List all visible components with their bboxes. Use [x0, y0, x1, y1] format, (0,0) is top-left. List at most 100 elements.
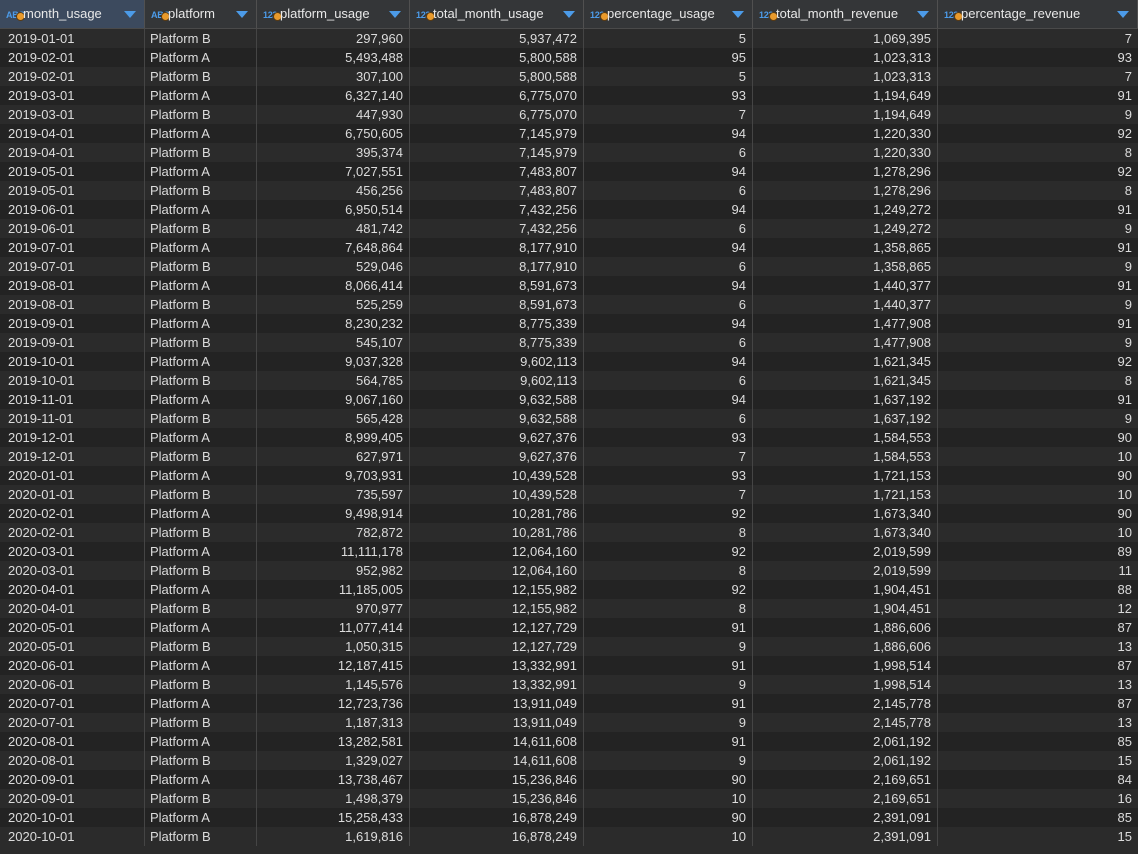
cell-platform-usage[interactable]: 11,077,414	[257, 618, 410, 637]
cell-platform[interactable]: Platform A	[145, 694, 257, 713]
cell-percentage-usage[interactable]: 9	[584, 713, 753, 732]
cell-month-usage[interactable]: 2020-10-01	[0, 827, 145, 846]
cell-total-month-usage[interactable]: 7,483,807	[410, 162, 584, 181]
cell-percentage-usage[interactable]: 10	[584, 827, 753, 846]
cell-month-usage[interactable]: 2020-06-01	[0, 675, 145, 694]
cell-platform-usage[interactable]: 6,327,140	[257, 86, 410, 105]
cell-total-month-revenue[interactable]: 1,637,192	[753, 409, 938, 428]
cell-percentage-usage[interactable]: 6	[584, 257, 753, 276]
cell-platform[interactable]: Platform B	[145, 827, 257, 846]
cell-percentage-usage[interactable]: 9	[584, 637, 753, 656]
cell-month-usage[interactable]: 2020-01-01	[0, 466, 145, 485]
cell-percentage-revenue[interactable]: 90	[938, 428, 1138, 447]
cell-platform[interactable]: Platform B	[145, 561, 257, 580]
cell-platform[interactable]: Platform B	[145, 257, 257, 276]
cell-total-month-usage[interactable]: 12,064,160	[410, 561, 584, 580]
table-row[interactable]: 2019-10-01 Platform B 564,785 9,602,113 6 1,6…	[0, 371, 1138, 390]
cell-month-usage[interactable]: 2019-08-01	[0, 295, 145, 314]
cell-platform-usage[interactable]: 9,037,328	[257, 352, 410, 371]
cell-percentage-revenue[interactable]: 88	[938, 580, 1138, 599]
cell-percentage-usage[interactable]: 94	[584, 200, 753, 219]
cell-total-month-revenue[interactable]: 1,904,451	[753, 599, 938, 618]
cell-month-usage[interactable]: 2020-04-01	[0, 599, 145, 618]
cell-total-month-usage[interactable]: 9,602,113	[410, 352, 584, 371]
cell-percentage-usage[interactable]: 94	[584, 124, 753, 143]
cell-percentage-revenue[interactable]: 13	[938, 713, 1138, 732]
table-row[interactable]: 2019-01-01 Platform B 297,960 5,937,472 5 1,0…	[0, 29, 1138, 48]
cell-platform-usage[interactable]: 1,050,315	[257, 637, 410, 656]
table-row[interactable]: 2019-03-01 Platform B 447,930 6,775,070 7 1,1…	[0, 105, 1138, 124]
cell-month-usage[interactable]: 2019-12-01	[0, 447, 145, 466]
cell-total-month-usage[interactable]: 8,177,910	[410, 257, 584, 276]
cell-month-usage[interactable]: 2019-11-01	[0, 409, 145, 428]
table-row[interactable]: 2020-09-01 Platform B 1,498,379 15,236,846 1…	[0, 789, 1138, 808]
cell-platform[interactable]: Platform B	[145, 371, 257, 390]
cell-percentage-revenue[interactable]: 9	[938, 105, 1138, 124]
cell-percentage-revenue[interactable]: 15	[938, 751, 1138, 770]
cell-total-month-revenue[interactable]: 1,278,296	[753, 162, 938, 181]
cell-platform-usage[interactable]: 15,258,433	[257, 808, 410, 827]
cell-total-month-usage[interactable]: 10,281,786	[410, 504, 584, 523]
cell-total-month-usage[interactable]: 10,281,786	[410, 523, 584, 542]
cell-percentage-revenue[interactable]: 11	[938, 561, 1138, 580]
cell-platform[interactable]: Platform B	[145, 295, 257, 314]
cell-total-month-usage[interactable]: 10,439,528	[410, 485, 584, 504]
cell-total-month-revenue[interactable]: 1,673,340	[753, 523, 938, 542]
cell-total-month-revenue[interactable]: 1,358,865	[753, 257, 938, 276]
cell-percentage-usage[interactable]: 7	[584, 105, 753, 124]
cell-month-usage[interactable]: 2020-08-01	[0, 732, 145, 751]
cell-platform-usage[interactable]: 6,950,514	[257, 200, 410, 219]
chevron-down-icon[interactable]	[1117, 11, 1129, 18]
cell-percentage-revenue[interactable]: 91	[938, 314, 1138, 333]
cell-percentage-usage[interactable]: 91	[584, 656, 753, 675]
cell-platform-usage[interactable]: 9,067,160	[257, 390, 410, 409]
cell-platform-usage[interactable]: 8,066,414	[257, 276, 410, 295]
cell-total-month-usage[interactable]: 15,236,846	[410, 770, 584, 789]
cell-platform-usage[interactable]: 456,256	[257, 181, 410, 200]
table-row[interactable]: 2019-04-01 Platform A 6,750,605 7,145,979 94…	[0, 124, 1138, 143]
cell-percentage-revenue[interactable]: 9	[938, 295, 1138, 314]
cell-platform[interactable]: Platform B	[145, 143, 257, 162]
cell-total-month-revenue[interactable]: 1,477,908	[753, 333, 938, 352]
cell-percentage-usage[interactable]: 9	[584, 675, 753, 694]
cell-platform-usage[interactable]: 525,259	[257, 295, 410, 314]
cell-month-usage[interactable]: 2019-03-01	[0, 86, 145, 105]
cell-percentage-usage[interactable]: 92	[584, 504, 753, 523]
cell-percentage-revenue[interactable]: 7	[938, 29, 1138, 48]
cell-total-month-revenue[interactable]: 1,477,908	[753, 314, 938, 333]
cell-platform[interactable]: Platform A	[145, 504, 257, 523]
table-row[interactable]: 2019-05-01 Platform A 7,027,551 7,483,807 94…	[0, 162, 1138, 181]
cell-total-month-revenue[interactable]: 1,249,272	[753, 219, 938, 238]
cell-percentage-usage[interactable]: 92	[584, 542, 753, 561]
cell-month-usage[interactable]: 2019-10-01	[0, 352, 145, 371]
cell-percentage-usage[interactable]: 5	[584, 29, 753, 48]
cell-platform-usage[interactable]: 1,498,379	[257, 789, 410, 808]
table-row[interactable]: 2019-07-01 Platform B 529,046 8,177,910 6 1,3…	[0, 257, 1138, 276]
cell-platform[interactable]: Platform B	[145, 447, 257, 466]
cell-total-month-usage[interactable]: 14,611,608	[410, 732, 584, 751]
cell-total-month-revenue[interactable]: 1,584,553	[753, 447, 938, 466]
cell-platform-usage[interactable]: 529,046	[257, 257, 410, 276]
cell-month-usage[interactable]: 2019-05-01	[0, 181, 145, 200]
cell-platform[interactable]: Platform A	[145, 770, 257, 789]
cell-total-month-revenue[interactable]: 2,169,651	[753, 770, 938, 789]
cell-percentage-usage[interactable]: 6	[584, 409, 753, 428]
column-header-platform-usage[interactable]: 123 platform_usage	[257, 0, 410, 28]
cell-platform-usage[interactable]: 1,145,576	[257, 675, 410, 694]
cell-percentage-revenue[interactable]: 13	[938, 637, 1138, 656]
cell-total-month-revenue[interactable]: 1,886,606	[753, 637, 938, 656]
cell-month-usage[interactable]: 2020-08-01	[0, 751, 145, 770]
cell-total-month-usage[interactable]: 13,911,049	[410, 713, 584, 732]
table-row[interactable]: 2020-01-01 Platform A 9,703,931 10,439,528 9…	[0, 466, 1138, 485]
cell-percentage-usage[interactable]: 93	[584, 86, 753, 105]
cell-percentage-revenue[interactable]: 9	[938, 333, 1138, 352]
column-header-percentage-revenue[interactable]: 123 percentage_revenue	[938, 0, 1138, 28]
cell-total-month-revenue[interactable]: 1,220,330	[753, 124, 938, 143]
cell-percentage-usage[interactable]: 7	[584, 447, 753, 466]
cell-platform-usage[interactable]: 1,619,816	[257, 827, 410, 846]
cell-total-month-revenue[interactable]: 1,358,865	[753, 238, 938, 257]
cell-month-usage[interactable]: 2019-07-01	[0, 238, 145, 257]
cell-percentage-revenue[interactable]: 90	[938, 466, 1138, 485]
cell-platform[interactable]: Platform B	[145, 67, 257, 86]
cell-month-usage[interactable]: 2020-02-01	[0, 504, 145, 523]
